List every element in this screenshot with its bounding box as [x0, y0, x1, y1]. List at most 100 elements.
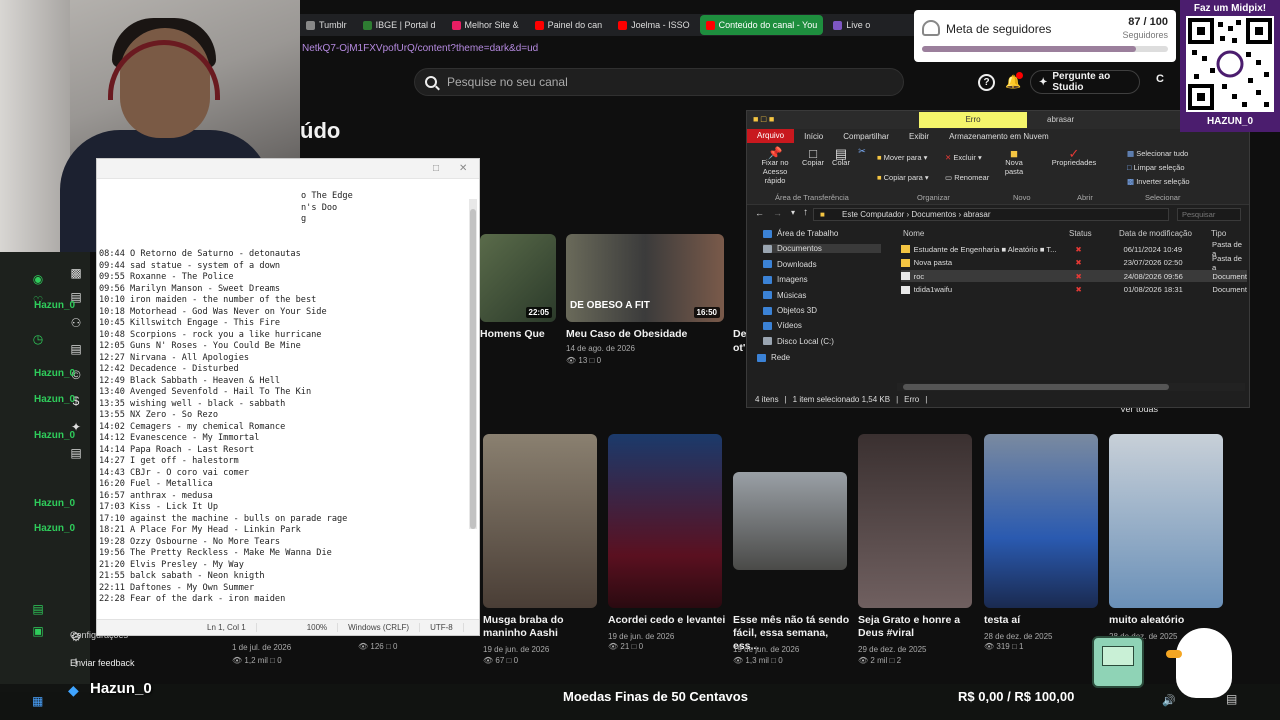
content-icon[interactable]: ▩	[68, 266, 84, 282]
video-title[interactable]: Acordei cedo e levantei	[608, 614, 726, 627]
breadcrumb-item[interactable]: abrasar	[963, 210, 990, 219]
video-thumbnail[interactable]	[1109, 434, 1223, 608]
explorer-statusbar: 4 itens | 1 item selecionado 1,54 KB | E…	[755, 394, 928, 404]
video-thumbnail[interactable]	[483, 434, 597, 608]
nav-item[interactable]: Imagens	[763, 275, 808, 284]
browser-tab[interactable]: Painel do can	[529, 15, 609, 35]
folder-icon	[763, 260, 772, 269]
video-title[interactable]: Homens Que	[480, 328, 545, 341]
copy-button[interactable]: □ Copiar	[801, 147, 825, 167]
ask-studio-button[interactable]: ✦ Pergunte ao Studio	[1030, 70, 1140, 94]
browser-tab[interactable]: IBGE | Portal d	[357, 15, 442, 35]
send-feedback-link[interactable]: Enviar feedback	[70, 658, 135, 668]
close-icon[interactable]: ✕	[459, 163, 467, 174]
column-header[interactable]: Tipo	[1211, 229, 1226, 238]
quick-access-toolbar-icon[interactable]: ■ □ ■	[753, 114, 774, 124]
notepad-window[interactable]: □ ✕ o The Edge n's Doo g 08:44 O Retorno d…	[96, 158, 480, 636]
notifications-bell-icon[interactable]: 🔔	[1005, 72, 1023, 90]
notepad-titlebar[interactable]	[97, 159, 479, 179]
copy-to-button[interactable]: ■ Copiar para ▾	[877, 173, 929, 182]
pin-quick-access-button[interactable]: 📌 Fixar no Acesso rápido	[755, 147, 795, 185]
paste-button[interactable]: ▤ Colar	[829, 147, 853, 167]
column-header[interactable]: Status	[1069, 229, 1092, 238]
horizontal-scrollbar[interactable]	[897, 383, 1245, 391]
scroll-thumb[interactable]	[903, 384, 1169, 390]
audio-library-icon[interactable]: ▤	[68, 446, 84, 462]
delete-button[interactable]: ✕ Excluir ▾	[945, 153, 982, 162]
video-title[interactable]: muito aleatório	[1109, 614, 1227, 627]
nav-item[interactable]: Vídeos	[763, 321, 802, 330]
video-thumbnail[interactable]: 22:05	[480, 234, 556, 322]
cut-icon[interactable]: ✂	[857, 147, 867, 156]
recent-locations-icon[interactable]: ▾	[791, 208, 795, 217]
chat-username: Hazun_0	[34, 300, 76, 311]
breadcrumb[interactable]: ■ Este Computador › Documentos › abrasar	[813, 208, 1169, 221]
ribbon-tab[interactable]: Exibir	[899, 132, 939, 141]
file-row[interactable]: Estudante de Engenharia ■ Aleatório ■ T.…	[901, 240, 1247, 258]
invert-selection-button[interactable]: ▩ Inverter seleção	[1127, 177, 1190, 186]
chat-username: Hazun_0	[34, 498, 76, 509]
breadcrumb-item[interactable]: Este Computador	[842, 210, 904, 219]
maximize-icon[interactable]: □	[433, 163, 439, 174]
video-title[interactable]: testa aí	[984, 614, 1102, 627]
ribbon-tab[interactable]: Início	[794, 132, 833, 141]
video-title[interactable]: Seja Grato e honre a Deus #viral	[858, 614, 976, 640]
notepad-text-area[interactable]: 08:44 O Retorno de Saturno - detonautas 0…	[99, 249, 469, 613]
start-icon[interactable]: ▦	[32, 694, 43, 708]
nav-item[interactable]: Músicas	[763, 291, 806, 300]
address-bar[interactable]: NetkQ7-OjM1FXVpofUrQ/content?theme=dark&…	[300, 40, 920, 58]
community-icon[interactable]: ⚇	[68, 316, 84, 332]
scroll-thumb[interactable]	[470, 209, 476, 529]
nav-item[interactable]: Downloads	[763, 260, 817, 269]
file-row[interactable]: Nova pasta ✖ 23/07/2026 02:50 Pasta de a	[901, 254, 1247, 272]
video-thumbnail[interactable]	[984, 434, 1098, 608]
volume-icon[interactable]: 🔊	[1162, 694, 1176, 707]
video-thumbnail[interactable]	[733, 472, 847, 570]
ribbon-tab[interactable]: Arquivo	[747, 129, 795, 143]
ribbon-tab[interactable]: Armazenamento em Nuvem	[939, 132, 1059, 141]
ribbon-tab[interactable]: Compartilhar	[833, 132, 899, 141]
video-title[interactable]: Meu Caso de Obesidade	[566, 328, 687, 341]
nav-item[interactable]: Área de Trabalho	[763, 229, 838, 238]
nav-item[interactable]: Rede	[757, 353, 790, 362]
breadcrumb-item[interactable]: Documentos	[911, 210, 956, 219]
explorer-titlebar[interactable]: ■ □ ■ Erro abrasar –	[747, 111, 1249, 129]
video-thumbnail[interactable]: DE OBESO A FIT 16:50	[566, 234, 724, 322]
move-to-button[interactable]: ■ Mover para ▾	[877, 153, 927, 162]
browser-tab[interactable]: Joelma - ISSO	[612, 15, 696, 35]
video-thumbnail[interactable]	[858, 434, 972, 608]
file-row[interactable]: tdida1waifu ✖ 01/08/2026 18:31 Document	[901, 284, 1247, 296]
notification-center-icon[interactable]: ▤	[1226, 692, 1237, 706]
file-row[interactable]: roc ✖ 24/08/2026 09:56 Document	[901, 270, 1247, 282]
chat-status-icon: ◉	[32, 272, 44, 286]
column-header[interactable]: Nome	[903, 229, 924, 238]
subtitles-icon[interactable]: ▤	[68, 342, 84, 358]
notepad-line: 09:44 sad statue - system of a down	[99, 260, 281, 271]
forward-icon[interactable]: →	[773, 208, 782, 218]
back-icon[interactable]: ←	[755, 208, 764, 218]
help-icon[interactable]: ?	[978, 74, 995, 91]
nav-item[interactable]: Objetos 3D	[763, 306, 817, 315]
browser-tab[interactable]: Melhor Site &	[446, 15, 525, 35]
browser-tab[interactable]: Tumblr	[300, 15, 353, 35]
column-header[interactable]: Data de modificação	[1119, 229, 1192, 238]
create-button[interactable]: C	[1156, 73, 1164, 85]
video-title[interactable]: Musga braba do maninho Aashi	[483, 614, 601, 640]
channel-search-input[interactable]: Pesquise no seu canal	[414, 68, 904, 96]
properties-button[interactable]: ✓ Propriedades	[1051, 147, 1097, 167]
select-none-button[interactable]: □ Limpar seleção	[1127, 163, 1184, 172]
file-explorer-window[interactable]: ■ □ ■ Erro abrasar – ArquivoInícioCompar…	[746, 110, 1250, 408]
select-all-button[interactable]: ▦ Selecionar tudo	[1127, 149, 1188, 158]
video-thumbnail[interactable]	[608, 434, 722, 608]
explorer-search-input[interactable]: Pesquisar	[1177, 208, 1241, 221]
browser-tab[interactable]: Live o	[827, 15, 876, 35]
browser-tab[interactable]: Conteúdo do canal - You	[699, 15, 824, 35]
nav-item[interactable]: Disco Local (C:)	[763, 337, 834, 346]
rename-button[interactable]: ▭ Renomear	[945, 173, 989, 182]
notepad-scrollbar[interactable]	[469, 199, 477, 529]
search-icon	[425, 76, 437, 88]
up-icon[interactable]: ↑	[803, 207, 808, 218]
new-folder-button[interactable]: ■ Nova pasta	[999, 147, 1029, 176]
nav-item[interactable]: Documentos	[763, 244, 881, 254]
duck-beak	[1166, 650, 1182, 658]
